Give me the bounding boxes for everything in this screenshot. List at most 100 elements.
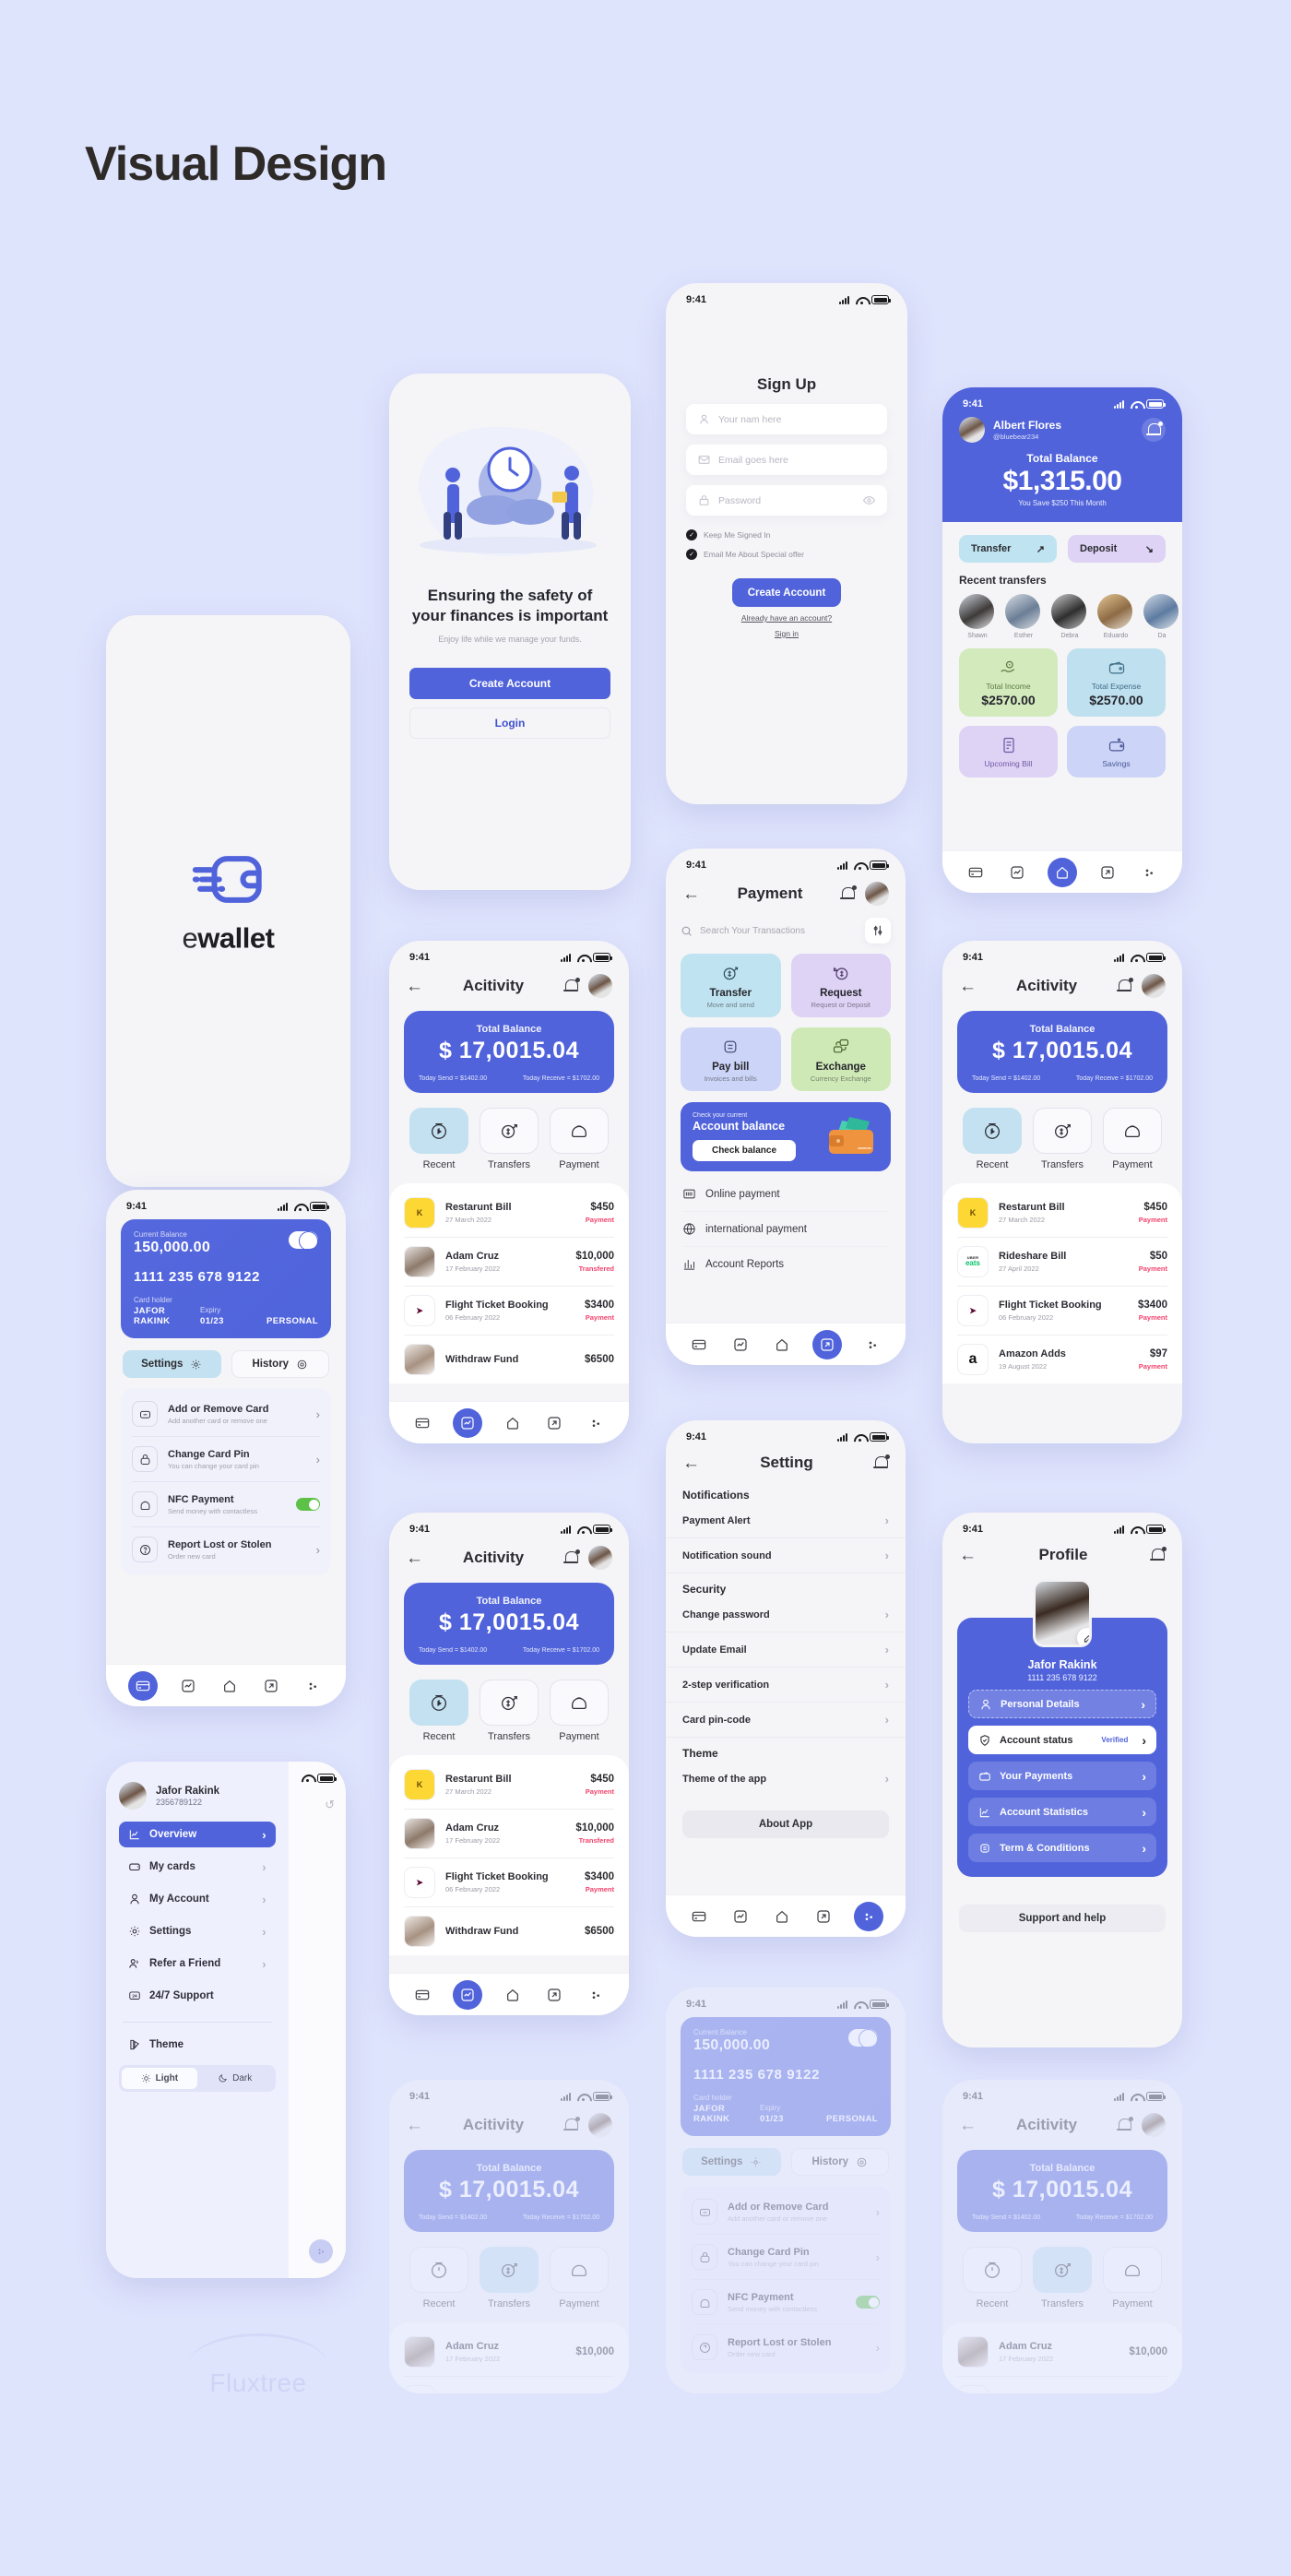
table-row[interactable]: Adam Cruz 17 February 2022 $10,000 Transfe… xyxy=(404,1238,614,1287)
setting-payment-alert[interactable]: Payment Alert › xyxy=(666,1503,906,1538)
request-card[interactable]: Request Request or Deposit xyxy=(790,954,891,1017)
tab-payment[interactable]: Payment xyxy=(550,1680,609,1742)
transfer-button[interactable]: Transfer ↗ xyxy=(959,535,1057,563)
list-item[interactable]: Esther xyxy=(1005,594,1042,639)
table-row[interactable]: Adam Cruz 17 February 2022 $10,000 Transfe… xyxy=(404,1810,614,1858)
table-row[interactable]: ➤ Flight Ticket Booking 06 February 2022 … xyxy=(957,1287,1167,1335)
back-button[interactable]: ← xyxy=(959,978,977,995)
avatar[interactable] xyxy=(588,1546,612,1570)
segment-settings[interactable]: Settings xyxy=(123,1350,221,1378)
profile-item-your-payments[interactable]: Your Payments › xyxy=(968,1762,1156,1790)
deposit-button[interactable]: Deposit ↘ xyxy=(1068,535,1166,563)
bell-icon[interactable] xyxy=(563,978,580,994)
back-button[interactable]: ← xyxy=(406,2117,423,2134)
login-button[interactable]: Login xyxy=(409,706,610,739)
profile-photo[interactable] xyxy=(1033,1579,1092,1647)
stat-card-savings[interactable]: Savings xyxy=(1067,726,1166,778)
list-item[interactable]: Shawn xyxy=(959,594,996,639)
exchange-card[interactable]: Exchange Currency Exchange xyxy=(790,1027,891,1091)
table-row[interactable]: K Restarunt Bill 27 March 2022 $450 Paymen… xyxy=(404,1189,614,1238)
activity-tabs[interactable]: Recent Transfers Payment xyxy=(389,1665,629,1748)
nav-more[interactable] xyxy=(853,1901,883,1931)
segment-history[interactable]: History xyxy=(790,2148,889,2176)
table-row[interactable]: Adam Cruz 17 February 2022 $10,000 xyxy=(957,2328,1167,2377)
tab-payment[interactable]: Payment xyxy=(1103,1108,1162,1170)
setting-card-pin-code[interactable]: Card pin-code › xyxy=(666,1703,906,1738)
back-button[interactable]: ← xyxy=(406,978,423,995)
table-row[interactable]: ➤ Flight Ticket Booking $3400 xyxy=(404,2377,614,2393)
nav-send[interactable] xyxy=(811,1329,842,1359)
stat-card-upcoming-bill[interactable]: Upcoming Bill xyxy=(959,726,1058,778)
nav-cards[interactable] xyxy=(128,1670,159,1701)
activity-tabs[interactable]: Recent Transfers Payment xyxy=(942,2232,1182,2315)
avatar[interactable] xyxy=(865,882,889,906)
about-app-button[interactable]: About App xyxy=(682,1810,889,1838)
nav-statistics[interactable] xyxy=(729,1905,752,1928)
option-change-card-pin[interactable]: Change Card Pin You can change your card … xyxy=(132,1437,320,1482)
option-nfc-payment[interactable]: NFC Payment Send money with contactless xyxy=(132,1482,320,1527)
theme-switcher[interactable]: Light Dark xyxy=(119,2065,276,2092)
setting-2step-verification[interactable]: 2-step verification › xyxy=(666,1668,906,1703)
tab-transfers[interactable]: Transfers xyxy=(1033,1108,1092,1170)
segment-history[interactable]: History xyxy=(231,1350,329,1378)
nav-home[interactable] xyxy=(1047,857,1077,887)
avatar[interactable] xyxy=(1142,974,1166,998)
nav-cards[interactable] xyxy=(965,861,987,884)
tab-recent[interactable]: Recent xyxy=(409,1680,468,1742)
tab-recent[interactable]: Recent xyxy=(409,1108,468,1170)
table-row[interactable]: UBER eats Rideshare Bill 27 April 2022 $50… xyxy=(957,1238,1167,1287)
bottom-nav[interactable] xyxy=(666,1894,906,1937)
back-button[interactable]: ← xyxy=(959,2117,977,2134)
nav-statistics[interactable] xyxy=(1006,861,1028,884)
table-row[interactable]: ➤ Flight Ticket Booking 06 February 2022 … xyxy=(404,1858,614,1907)
edit-photo-button[interactable] xyxy=(1077,1628,1089,1644)
card-segments[interactable]: Settings History xyxy=(666,2136,906,2176)
setting-notification-sound[interactable]: Notification sound › xyxy=(666,1538,906,1573)
theme-dark-option[interactable]: Dark xyxy=(197,2068,273,2089)
refresh-icon[interactable]: ↺ xyxy=(289,1783,346,1812)
account-reports-link[interactable]: Account Reports xyxy=(682,1247,889,1281)
bottom-nav[interactable] xyxy=(942,850,1182,893)
bottom-nav[interactable] xyxy=(666,1323,906,1365)
drawer-item-support[interactable]: 24 24/7 Support xyxy=(119,1983,276,2009)
stat-card-income[interactable]: Total Income $2570.00 xyxy=(959,648,1058,717)
filter-button[interactable] xyxy=(865,918,891,944)
theme-light-option[interactable]: Light xyxy=(122,2068,197,2089)
pay-bill-card[interactable]: Pay bill Invoices and bills xyxy=(681,1027,781,1091)
bell-icon[interactable] xyxy=(1117,2117,1133,2133)
table-row[interactable]: ➤ Flight Ticket Booking 06 February 2022 … xyxy=(404,1287,614,1335)
keep-signed-in-checkbox[interactable]: ✓ Keep Me Signed In xyxy=(686,529,887,540)
list-item[interactable]: Eduardo xyxy=(1097,594,1134,639)
list-item[interactable]: Da xyxy=(1143,594,1180,639)
drawer-item-my-account[interactable]: My Account › xyxy=(119,1886,276,1912)
nav-more[interactable] xyxy=(1138,861,1160,884)
table-row[interactable]: ➤ Flight Ticket Booking $3400 xyxy=(957,2377,1167,2393)
name-field[interactable]: Your nam here xyxy=(686,404,887,434)
tab-transfers[interactable]: Transfers xyxy=(480,1680,539,1742)
tab-payment[interactable]: Payment xyxy=(550,1108,609,1170)
drawer-item-settings[interactable]: Settings › xyxy=(119,1918,276,1944)
option-report-lost-stolen[interactable]: Report Lost or Stolen Order new card › xyxy=(692,2325,880,2369)
nav-cards[interactable] xyxy=(411,1412,433,1434)
card-segments[interactable]: Settings History xyxy=(106,1338,346,1378)
segment-settings[interactable]: Settings xyxy=(682,2148,781,2176)
nav-more[interactable] xyxy=(302,1675,324,1697)
nfc-toggle[interactable] xyxy=(296,1498,320,1511)
back-button[interactable]: ← xyxy=(682,1454,700,1472)
transfer-card[interactable]: Transfer Move and send xyxy=(681,954,781,1017)
setting-update-email[interactable]: Update Email › xyxy=(666,1632,906,1668)
tab-recent[interactable]: Recent xyxy=(963,2247,1022,2309)
table-row[interactable]: Withdraw Fund $6500 xyxy=(404,1335,614,1383)
table-row[interactable]: Adam Cruz 17 February 2022 $10,000 xyxy=(404,2328,614,2377)
tab-recent[interactable]: Recent xyxy=(963,1108,1022,1170)
profile-item-terms-conditions[interactable]: Term & Conditions › xyxy=(968,1834,1156,1862)
avatar[interactable] xyxy=(588,974,612,998)
create-account-button[interactable]: Create Account xyxy=(409,667,610,699)
drawer-item-my-cards[interactable]: My cards › xyxy=(119,1854,276,1880)
nav-statistics[interactable] xyxy=(453,1979,483,2010)
option-add-remove-card[interactable]: Add or Remove Card Add another card or re… xyxy=(132,1392,320,1437)
international-payment-link[interactable]: international payment xyxy=(682,1212,889,1247)
search-input[interactable]: Search Your Transactions xyxy=(681,925,858,937)
profile-item-personal-details[interactable]: Personal Details › xyxy=(968,1690,1156,1718)
check-balance-button[interactable]: Check balance xyxy=(693,1140,796,1161)
